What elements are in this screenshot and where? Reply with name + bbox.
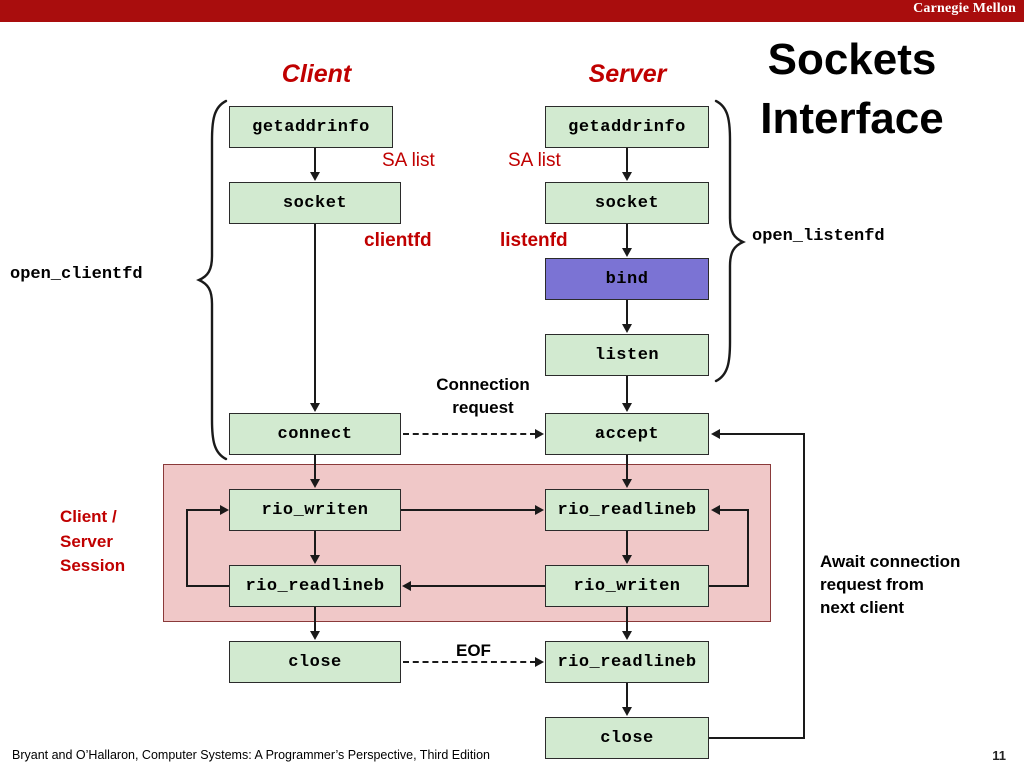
annotation-listenfd: listenfd — [500, 230, 568, 251]
connector-server-socket-bind — [626, 224, 628, 249]
client-box-rio-readlineb[interactable]: rio_readlineb — [229, 565, 401, 607]
annotation-clientfd: clientfd — [364, 230, 432, 251]
connector-server-getaddrinfo-socket — [626, 148, 628, 173]
arrowhead-down-icon — [622, 172, 632, 181]
server-box-rio-readlineb-1[interactable]: rio_readlineb — [545, 489, 709, 531]
arrowhead-down-icon — [310, 403, 320, 412]
client-server-session-label: Client / Server Session — [60, 505, 125, 579]
await-line2: request from — [820, 574, 924, 594]
footer-citation: Bryant and O’Hallaron, Computer Systems:… — [12, 748, 490, 762]
annotation-open-clientfd: open_clientfd — [10, 265, 143, 284]
connector-server-riowriten-rioreadlineb2 — [626, 607, 628, 632]
connector-server-bind-listen — [626, 300, 628, 325]
annotation-open-listenfd: open_listenfd — [752, 227, 885, 246]
page-number: 11 — [992, 748, 1006, 763]
server-box-rio-writen[interactable]: rio_writen — [545, 565, 709, 607]
annotation-sa-list-client: SA list — [382, 150, 435, 171]
arrowhead-right-icon — [220, 505, 229, 515]
connector-client-loop-top — [186, 509, 221, 511]
arrowhead-down-icon — [310, 172, 320, 181]
connector-client-rioreadlineb-close — [314, 607, 316, 632]
await-line1: Await connection — [820, 552, 961, 571]
connector-server-accept-rioreadlineb — [626, 455, 628, 480]
connector-await-loop-top — [720, 433, 805, 435]
arrowhead-down-icon — [310, 479, 320, 488]
server-box-bind[interactable]: bind — [545, 258, 709, 300]
session-label-line2: Server — [60, 531, 113, 551]
connection-request-line2: request — [452, 397, 514, 417]
connection-request-line1: Connection — [436, 375, 530, 394]
arrowhead-right-icon — [535, 657, 544, 667]
arrowhead-down-icon — [622, 324, 632, 333]
connector-server-loop-right — [747, 509, 749, 587]
arrowhead-left-icon — [711, 429, 720, 439]
connector-await-loop-right — [803, 433, 805, 739]
client-box-getaddrinfo[interactable]: getaddrinfo — [229, 106, 393, 148]
arrowhead-right-icon — [535, 505, 544, 515]
client-column-header: Client — [281, 60, 352, 88]
server-column-header: Server — [588, 60, 667, 88]
arrowhead-down-icon — [622, 631, 632, 640]
arrowhead-down-icon — [622, 403, 632, 412]
await-line3: next client — [820, 597, 905, 617]
connector-server-loop-top — [720, 509, 749, 511]
connector-client-loop-left — [186, 509, 188, 587]
arrowhead-down-icon — [622, 248, 632, 257]
connector-client-socket-connect — [314, 224, 316, 404]
institution-label: Carnegie Mellon — [913, 1, 1016, 16]
session-label-line3: Session — [60, 556, 126, 576]
connector-await-loop-bottom — [709, 737, 805, 739]
connector-connection-request — [403, 433, 536, 435]
server-box-rio-readlineb-2[interactable]: rio_readlineb — [545, 641, 709, 683]
server-box-accept[interactable]: accept — [545, 413, 709, 455]
annotation-sa-list-server: SA list — [508, 150, 561, 171]
server-box-getaddrinfo[interactable]: getaddrinfo — [545, 106, 709, 148]
arrowhead-right-icon — [535, 429, 544, 439]
arrowhead-down-icon — [622, 555, 632, 564]
server-box-close[interactable]: close — [545, 717, 709, 759]
client-box-connect[interactable]: connect — [229, 413, 401, 455]
connector-server-rioreadlineb2-close — [626, 683, 628, 708]
brace-open-listenfd — [714, 99, 746, 383]
page-title: Sockets Interface — [702, 30, 1002, 149]
session-label-line1: Client / — [60, 507, 117, 526]
client-box-rio-writen[interactable]: rio_writen — [229, 489, 401, 531]
server-box-listen[interactable]: listen — [545, 334, 709, 376]
connector-client-riowriten-rioreadlineb — [314, 531, 316, 556]
page-title-line1: Sockets — [767, 35, 937, 84]
arrowhead-down-icon — [622, 707, 632, 716]
annotation-connection-request: Connection request — [418, 374, 548, 420]
brace-open-clientfd — [196, 99, 228, 461]
server-box-socket[interactable]: socket — [545, 182, 709, 224]
arrowhead-down-icon — [622, 479, 632, 488]
client-box-close[interactable]: close — [229, 641, 401, 683]
connector-client-getaddrinfo-socket — [314, 148, 316, 173]
annotation-await-connection: Await connection request from next clien… — [820, 551, 1020, 620]
arrowhead-down-icon — [310, 555, 320, 564]
arrowhead-left-icon — [711, 505, 720, 515]
arrowhead-left-icon — [402, 581, 411, 591]
connector-client-write-server-read — [401, 509, 536, 511]
arrowhead-down-icon — [310, 631, 320, 640]
connector-server-loop-bottom — [709, 585, 749, 587]
connector-server-listen-accept — [626, 376, 628, 404]
top-banner: Carnegie Mellon — [0, 0, 1024, 22]
connector-server-rioreadlineb-riowriten — [626, 531, 628, 556]
annotation-eof: EOF — [456, 641, 491, 660]
connector-client-loop-bottom — [186, 585, 231, 587]
page-title-line2: Interface — [760, 94, 944, 144]
connector-client-connect-riowriten — [314, 455, 316, 480]
connector-server-write-client-read — [411, 585, 545, 587]
client-box-socket[interactable]: socket — [229, 182, 401, 224]
